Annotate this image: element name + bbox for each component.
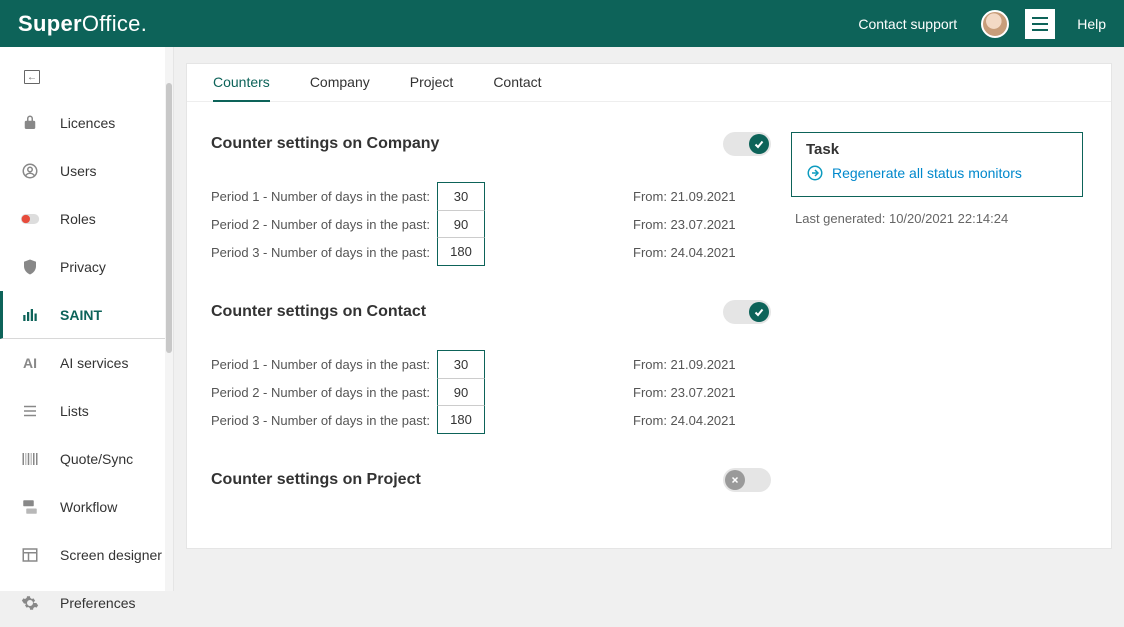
- section-project: Counter settings on Project: [211, 468, 771, 492]
- user-icon: [20, 162, 40, 180]
- help-link[interactable]: Help: [1077, 16, 1106, 32]
- sidebar-item-label: SAINT: [60, 307, 102, 323]
- period-from: From: 24.04.2021: [633, 245, 736, 260]
- sidebar-item-label: Workflow: [60, 499, 117, 515]
- brand-thin: Office.: [82, 11, 147, 36]
- brand-bold: Super: [18, 11, 82, 36]
- tab-contact[interactable]: Contact: [493, 74, 541, 101]
- shield-icon: [20, 258, 40, 276]
- sidebar-item-privacy[interactable]: Privacy: [0, 243, 165, 291]
- contact-support-link[interactable]: Contact support: [858, 16, 957, 32]
- period-row: Period 1 - Number of days in the past: F…: [211, 182, 771, 210]
- sidebar-item-label: Users: [60, 163, 97, 179]
- gear-icon: [20, 594, 40, 612]
- barcode-icon: [20, 450, 40, 468]
- user-avatar[interactable]: [981, 10, 1009, 38]
- sidebar-item-licences[interactable]: Licences: [0, 99, 165, 147]
- period-2-input-company[interactable]: [437, 210, 485, 238]
- tab-strip: Counters Company Project Contact: [187, 64, 1111, 102]
- period-row: Period 3 - Number of days in the past: F…: [211, 238, 771, 266]
- check-icon: [749, 134, 769, 154]
- sidebar: ← Licences Users Roles: [0, 47, 174, 591]
- toggle-contact[interactable]: [723, 300, 771, 324]
- chart-bar-icon: [20, 306, 40, 324]
- sidebar-item-preferences[interactable]: Preferences: [0, 579, 165, 627]
- tab-company[interactable]: Company: [310, 74, 370, 101]
- toggle-icon: [20, 213, 40, 225]
- sidebar-item-saint[interactable]: SAINT: [0, 291, 165, 339]
- main-menu-button[interactable]: [1025, 9, 1055, 39]
- collapse-icon: ←: [24, 70, 40, 84]
- period-1-input-company[interactable]: [437, 182, 485, 210]
- sidebar-item-screen-designer[interactable]: Screen designer: [0, 531, 165, 579]
- sidebar-item-roles[interactable]: Roles: [0, 195, 165, 243]
- section-title-company: Counter settings on Company: [211, 135, 723, 153]
- period-from: From: 21.09.2021: [633, 189, 736, 204]
- period-label: Period 3 - Number of days in the past:: [211, 413, 437, 428]
- brand-logo: SuperOffice.: [18, 11, 147, 37]
- list-icon: [20, 402, 40, 420]
- scrollbar-thumb[interactable]: [166, 83, 172, 353]
- sidebar-item-users[interactable]: Users: [0, 147, 165, 195]
- sidebar-item-label: Licences: [60, 115, 115, 131]
- period-row: Period 3 - Number of days in the past: F…: [211, 406, 771, 434]
- sidebar-scrollbar[interactable]: [165, 47, 173, 591]
- task-panel: Task Regenerate all status monitors Last…: [791, 132, 1083, 492]
- toggle-company[interactable]: [723, 132, 771, 156]
- tab-counters[interactable]: Counters: [213, 74, 270, 102]
- layout-icon: [20, 546, 40, 564]
- section-company: Counter settings on Company Period 1 - N…: [211, 132, 771, 266]
- sidebar-item-label: Lists: [60, 403, 89, 419]
- period-3-input-contact[interactable]: [437, 406, 485, 434]
- x-icon: [725, 470, 745, 490]
- sidebar-item-label: AI services: [60, 355, 128, 371]
- sidebar-collapse-button[interactable]: ←: [0, 55, 165, 99]
- sidebar-item-label: Preferences: [60, 595, 135, 611]
- period-row: Period 2 - Number of days in the past: F…: [211, 210, 771, 238]
- section-contact: Counter settings on Contact Period 1 - N…: [211, 300, 771, 434]
- regenerate-link[interactable]: Regenerate all status monitors: [806, 164, 1068, 182]
- period-row: Period 1 - Number of days in the past: F…: [211, 350, 771, 378]
- main-area: Counters Company Project Contact Counter…: [174, 47, 1124, 591]
- top-bar: SuperOffice. Contact support Help: [0, 0, 1124, 47]
- sidebar-item-workflow[interactable]: Workflow: [0, 483, 165, 531]
- period-3-input-company[interactable]: [437, 238, 485, 266]
- period-label: Period 1 - Number of days in the past:: [211, 189, 437, 204]
- sidebar-item-label: Screen designer: [60, 547, 162, 563]
- tab-project[interactable]: Project: [410, 74, 454, 101]
- period-from: From: 24.04.2021: [633, 413, 736, 428]
- task-box: Task Regenerate all status monitors: [791, 132, 1083, 197]
- period-from: From: 23.07.2021: [633, 217, 736, 232]
- period-1-input-contact[interactable]: [437, 350, 485, 378]
- period-from: From: 21.09.2021: [633, 357, 736, 372]
- period-label: Period 3 - Number of days in the past:: [211, 245, 437, 260]
- sidebar-item-lists[interactable]: Lists: [0, 387, 165, 435]
- sidebar-item-label: Privacy: [60, 259, 106, 275]
- toggle-project[interactable]: [723, 468, 771, 492]
- regenerate-label: Regenerate all status monitors: [832, 165, 1022, 181]
- sidebar-item-label: Roles: [60, 211, 96, 227]
- arrow-circle-icon: [806, 164, 824, 182]
- workflow-icon: [20, 498, 40, 516]
- section-title-project: Counter settings on Project: [211, 471, 723, 489]
- period-label: Period 1 - Number of days in the past:: [211, 357, 437, 372]
- period-label: Period 2 - Number of days in the past:: [211, 385, 437, 400]
- ai-icon: AI: [20, 355, 40, 371]
- section-title-contact: Counter settings on Contact: [211, 303, 723, 321]
- task-title: Task: [806, 141, 1068, 158]
- content-panel: Counters Company Project Contact Counter…: [186, 63, 1112, 549]
- check-icon: [749, 302, 769, 322]
- lock-icon: [20, 114, 40, 132]
- sidebar-item-quote-sync[interactable]: Quote/Sync: [0, 435, 165, 483]
- sidebar-item-ai-services[interactable]: AI AI services: [0, 339, 165, 387]
- last-generated-text: Last generated: 10/20/2021 22:14:24: [791, 211, 1083, 226]
- period-label: Period 2 - Number of days in the past:: [211, 217, 437, 232]
- period-from: From: 23.07.2021: [633, 385, 736, 400]
- period-2-input-contact[interactable]: [437, 378, 485, 406]
- period-row: Period 2 - Number of days in the past: F…: [211, 378, 771, 406]
- sidebar-item-label: Quote/Sync: [60, 451, 133, 467]
